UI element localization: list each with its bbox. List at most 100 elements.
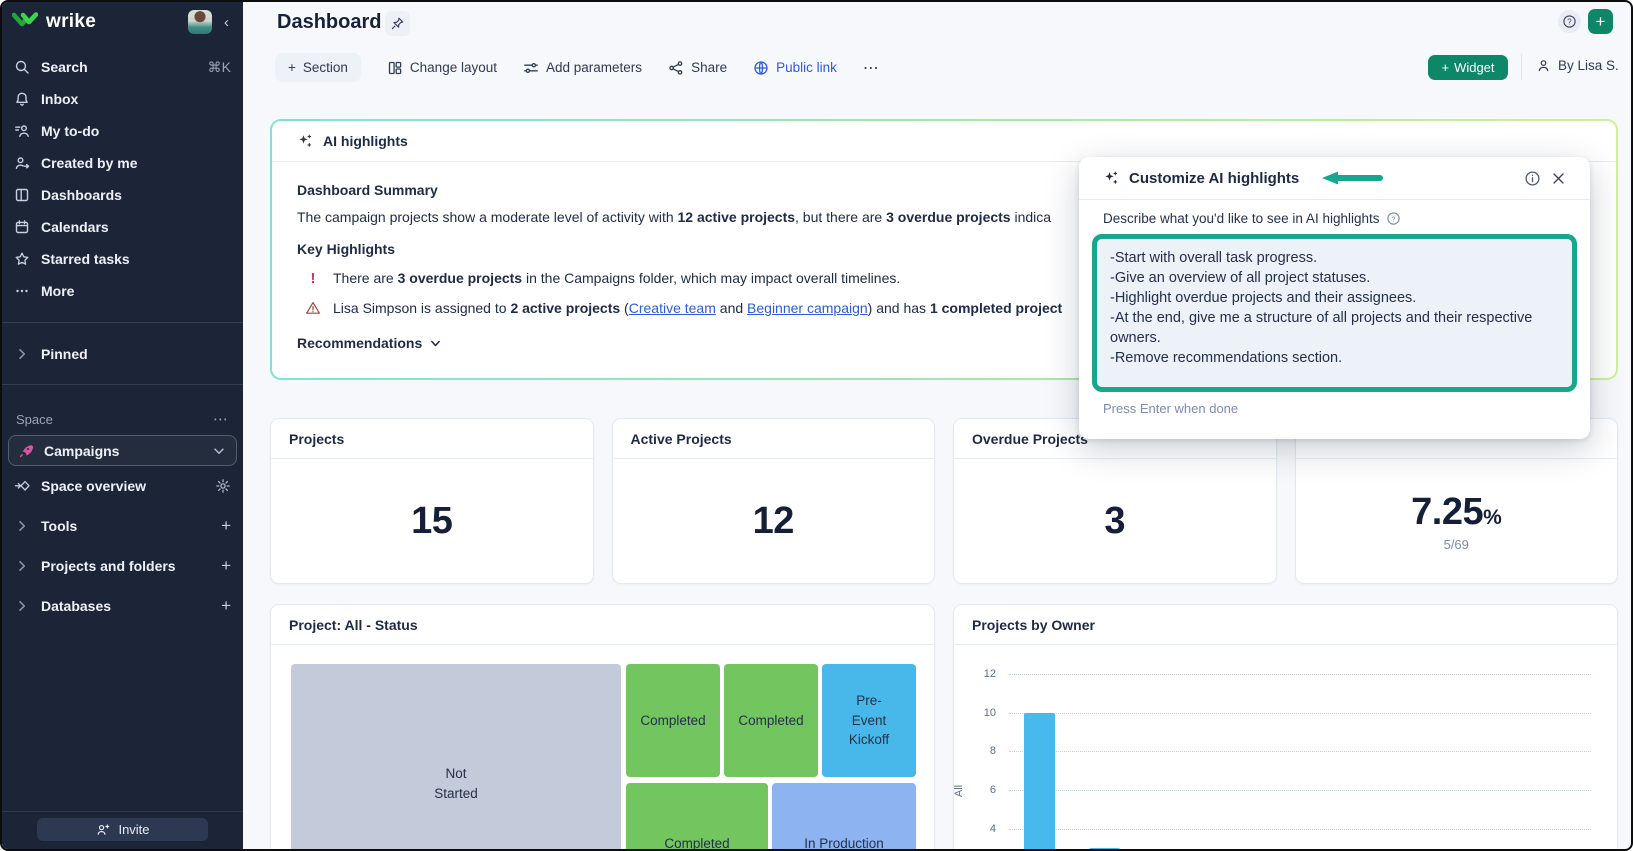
dashboards-icon: [14, 187, 30, 203]
change-layout-button[interactable]: Change layout: [387, 60, 497, 76]
warning-triangle-icon: [305, 300, 321, 316]
pin-dashboard-button[interactable]: [385, 11, 410, 36]
share-icon: [668, 60, 684, 76]
toolbar-more-button[interactable]: ⋯: [863, 58, 880, 78]
add-widget-button[interactable]: + Widget: [1428, 55, 1508, 80]
close-icon[interactable]: [1551, 171, 1566, 186]
add-section-button[interactable]: + Section: [275, 53, 361, 82]
treemap-box-completed[interactable]: Completed: [626, 664, 720, 777]
kpi-title: Active Projects: [613, 419, 935, 459]
question-icon: ?: [1562, 14, 1577, 29]
exclamation-icon: !: [305, 270, 321, 287]
sidebar-item-calendars[interactable]: Calendars: [2, 211, 243, 243]
charts-row: Project: All - Status Not Started Comple…: [270, 604, 1618, 851]
treemap-box-pre-event-kickoff[interactable]: Pre-Event Kickoff: [822, 664, 916, 777]
ai-prompt-textarea[interactable]: -Start with overall task progress. -Give…: [1097, 239, 1572, 387]
help-button[interactable]: ?: [1558, 10, 1581, 33]
treemap-box-not-started[interactable]: Not Started: [291, 664, 621, 851]
kpi-unit: %: [1483, 506, 1501, 529]
question-icon[interactable]: ?: [1386, 211, 1401, 226]
gridline: [1009, 674, 1591, 675]
kpi-value: 7.25%: [1411, 491, 1501, 534]
sidebar-item-my-todo[interactable]: My to-do: [2, 115, 243, 147]
add-icon[interactable]: +: [221, 516, 231, 536]
gridline: [1009, 751, 1591, 752]
treemap-box-completed[interactable]: Completed: [626, 783, 768, 851]
chevron-down-icon: [211, 443, 227, 459]
treemap-chart: Not Started Completed Completed Pre-Even…: [291, 664, 914, 851]
sidebar-item-tools[interactable]: Tools +: [2, 506, 243, 546]
collapse-sidebar-icon[interactable]: ‹: [220, 14, 233, 31]
person-plus-icon: [95, 822, 111, 837]
rocket-icon: [18, 443, 34, 459]
customize-ai-highlights-popup: Customize AI highlights Describe what yo…: [1079, 157, 1590, 439]
gear-icon[interactable]: [215, 478, 231, 494]
sidebar-item-label: Space overview: [41, 478, 146, 494]
layout-icon: [387, 60, 403, 76]
bar-chart-widget: Projects by Owner All 12 10 8 6 4: [953, 604, 1618, 851]
kpi-card-overdue-projects[interactable]: Overdue Projects 3: [953, 418, 1277, 584]
chevron-down-icon: [429, 337, 445, 350]
sliders-icon: [523, 60, 539, 76]
sidebar-item-label: Tools: [41, 518, 77, 534]
bell-icon: [14, 91, 30, 107]
treemap-widget: Project: All - Status Not Started Comple…: [270, 604, 935, 851]
sidebar-item-databases[interactable]: Databases +: [2, 586, 243, 626]
sidebar-item-label: Databases: [41, 598, 111, 614]
treemap-title: Project: All - Status: [271, 605, 934, 645]
sidebar-item-projects-and-folders[interactable]: Projects and folders +: [2, 546, 243, 586]
space-overview-icon: [14, 478, 30, 494]
wrike-logo[interactable]: wrike: [12, 11, 96, 33]
sidebar-item-starred-tasks[interactable]: Starred tasks: [2, 243, 243, 275]
treemap-box-completed[interactable]: Completed: [724, 664, 818, 777]
global-add-button[interactable]: +: [1588, 9, 1613, 34]
y-axis-label: All: [953, 785, 965, 797]
gridline: [1009, 829, 1591, 830]
kpi-value: 12: [753, 500, 794, 543]
space-menu-icon[interactable]: ⋯: [213, 410, 229, 428]
share-button[interactable]: Share: [668, 60, 727, 76]
sidebar-item-created-by-me[interactable]: Created by me: [2, 147, 243, 179]
sidebar-item-inbox[interactable]: Inbox: [2, 83, 243, 115]
sidebar-item-more[interactable]: More: [2, 275, 243, 307]
chevron-right-icon: [14, 518, 30, 534]
sidebar-item-campaigns[interactable]: Campaigns: [8, 435, 237, 466]
dashboard-toolbar: + Section Change layout Add parameters S…: [275, 53, 880, 82]
pinned-label: Pinned: [41, 346, 88, 362]
add-parameters-label: Add parameters: [546, 60, 642, 75]
add-icon[interactable]: +: [221, 556, 231, 576]
bar-owner-1[interactable]: [1024, 713, 1055, 851]
sidebar-item-label: Created by me: [41, 155, 137, 171]
add-icon[interactable]: +: [221, 596, 231, 616]
public-link-button[interactable]: Public link: [753, 60, 837, 76]
toolbar-separator: [1521, 54, 1522, 80]
beginner-campaign-link[interactable]: Beginner campaign: [747, 300, 868, 316]
kpi-card-active-projects[interactable]: Active Projects 12: [612, 418, 936, 584]
sidebar-item-space-overview[interactable]: Space overview: [2, 466, 243, 506]
user-avatar[interactable]: [188, 10, 212, 34]
owner-byline[interactable]: By Lisa S.: [1536, 58, 1619, 73]
page-title: Dashboard: [277, 11, 381, 34]
kpi-row: Projects 15 Active Projects 12 Overdue P…: [270, 418, 1618, 584]
invite-button[interactable]: Invite: [37, 818, 208, 841]
kpi-card-percentage[interactable]: 7.25% 5/69: [1295, 418, 1619, 584]
app-window: wrike ‹ Search ⌘K Inbox My to-do: [0, 0, 1633, 851]
info-icon[interactable]: [1524, 170, 1541, 187]
annotation-highlight-box: -Start with overall task progress. -Give…: [1092, 234, 1577, 392]
todo-person-icon: [14, 123, 30, 139]
creative-team-link[interactable]: Creative team: [629, 300, 716, 316]
add-parameters-button[interactable]: Add parameters: [523, 60, 642, 76]
popup-hint: Press Enter when done: [1103, 401, 1566, 416]
sidebar-item-search[interactable]: Search ⌘K: [2, 51, 243, 83]
sidebar-section-pinned[interactable]: Pinned: [2, 339, 243, 369]
globe-icon: [753, 60, 769, 76]
kpi-card-projects[interactable]: Projects 15: [270, 418, 594, 584]
y-tick: 8: [968, 745, 996, 757]
person-arrow-icon: [14, 155, 30, 171]
bar-chart-title: Projects by Owner: [954, 605, 1617, 645]
sidebar-item-label: My to-do: [41, 123, 99, 139]
y-tick: 6: [968, 784, 996, 796]
sidebar-item-dashboards[interactable]: Dashboards: [2, 179, 243, 211]
kpi-value: 15: [411, 500, 452, 543]
treemap-box-in-production[interactable]: In Production: [772, 783, 916, 851]
